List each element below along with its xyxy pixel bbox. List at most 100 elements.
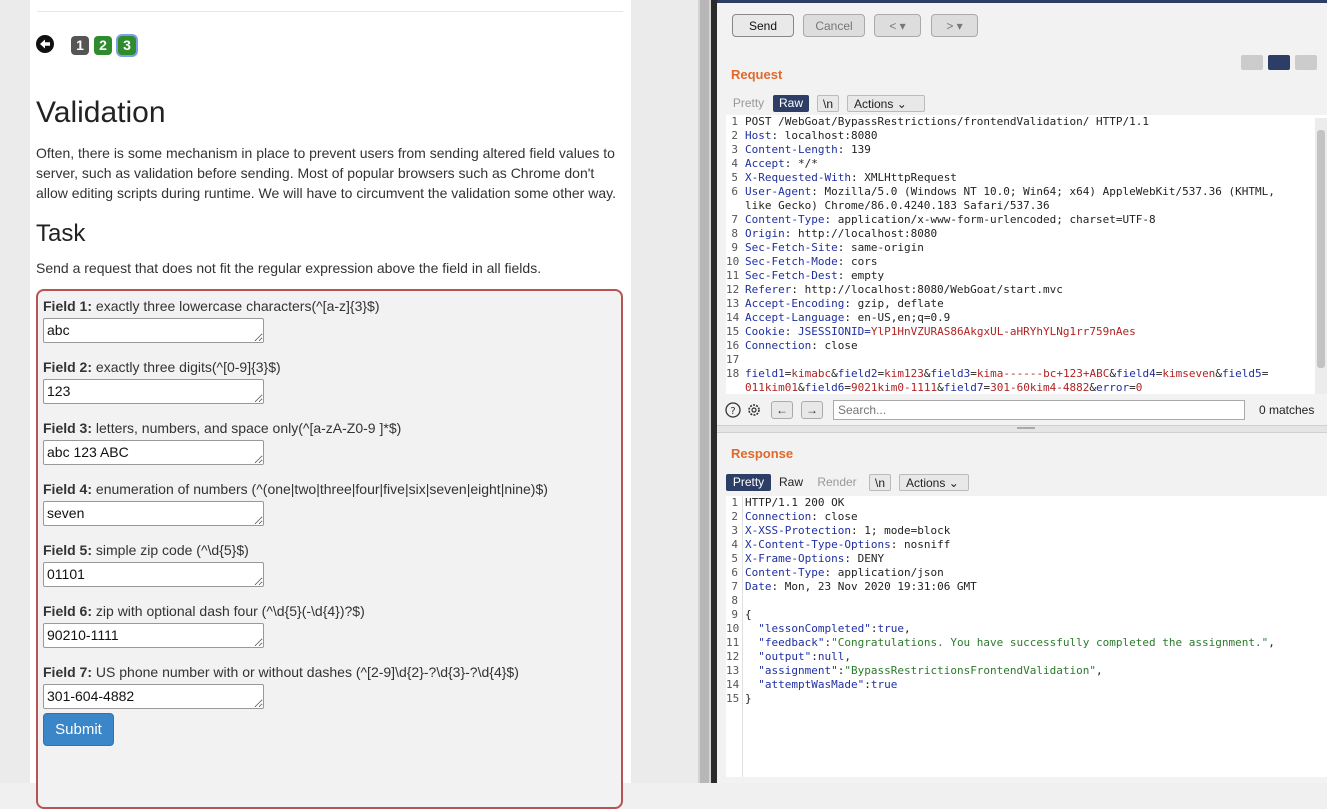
param-name: error — [1096, 381, 1130, 394]
request-line: 16 Connection: close — [726, 339, 858, 353]
layout-columns-icon[interactable] — [1241, 55, 1263, 70]
field-7-label: Field 7: US phone number with or without… — [43, 664, 519, 680]
search-prev-button[interactable]: ← — [771, 401, 793, 419]
chevron-down-icon: ⌄ — [948, 476, 959, 490]
request-line: 11 Sec-Fetch-Dest: empty — [726, 269, 884, 283]
header-separator: : — [771, 580, 785, 593]
param-name: field5 — [1221, 367, 1262, 380]
param-value: kim123 — [884, 367, 924, 380]
line-number: 2 — [731, 129, 738, 142]
json-value: true — [870, 678, 898, 691]
page-scrollbar-thumb[interactable] — [700, 0, 709, 783]
response-line: 4 X-Content-Type-Options: nosniff — [726, 538, 950, 552]
chevron-down-icon: ⌄ — [896, 97, 907, 111]
field-7-input[interactable]: 301-604-4882 — [43, 684, 264, 709]
send-button[interactable]: Send — [732, 14, 794, 37]
layout-tabs-icon[interactable] — [1295, 55, 1317, 70]
header-name: Accept-Encoding — [745, 297, 845, 310]
header-name: Connection — [745, 510, 812, 523]
submit-button[interactable]: Submit — [43, 713, 114, 746]
tab-pretty[interactable]: Pretty — [726, 474, 771, 491]
actions-menu[interactable]: Actions ⌄ — [847, 95, 925, 112]
field-7-group: Field 7: US phone number with or without… — [43, 663, 519, 714]
header-separator: : — [771, 129, 785, 142]
request-line-text: POST /WebGoat/BypassRestrictions/fronten… — [745, 115, 1149, 128]
header-value: Mon, 23 Nov 2020 19:31:06 GMT — [784, 580, 977, 593]
page-link-2[interactable]: 2 — [94, 36, 112, 55]
layout-switcher — [1241, 55, 1317, 70]
json-line: 12 "output":null, — [726, 650, 851, 664]
request-scrollbar-thumb[interactable] — [1317, 130, 1325, 368]
request-line: 5 X-Requested-With: XMLHttpRequest — [726, 171, 957, 185]
request-line: 3 Content-Length: 139 — [726, 143, 870, 157]
response-line-text: { — [745, 608, 752, 621]
param-value: kimseven — [1162, 367, 1216, 380]
page-link-3[interactable]: 3 — [118, 36, 136, 55]
search-next-button[interactable]: → — [801, 401, 823, 419]
request-editor[interactable]: 1 POST /WebGoat/BypassRestrictions/fronte… — [726, 115, 1327, 394]
webgoat-pane: 1 2 3 Validation Often, there is some me… — [0, 0, 711, 809]
field-1-input[interactable]: abc — [43, 318, 264, 343]
tab-newline[interactable]: \n — [869, 474, 891, 491]
header-value: same-origin — [850, 241, 924, 254]
param-value: 0 — [1135, 381, 1143, 394]
param-name: field1 — [745, 367, 785, 380]
history-forward-button[interactable]: > ▾ — [931, 14, 978, 37]
search-input[interactable] — [833, 400, 1245, 420]
gear-icon[interactable] — [746, 402, 762, 418]
param-separator: & — [937, 381, 944, 394]
task-text: Send a request that does not fit the reg… — [36, 260, 542, 276]
tab-raw[interactable]: Raw — [773, 95, 809, 112]
header-name: Origin — [745, 227, 785, 240]
top-accent-bar — [717, 0, 1327, 3]
header-separator: : — [850, 524, 865, 537]
header-separator: : — [824, 566, 838, 579]
splitter-grip[interactable] — [1017, 427, 1035, 429]
cancel-button[interactable]: Cancel — [803, 14, 865, 37]
field-6-input[interactable]: 90210-1111 — [43, 623, 264, 648]
param-name: field6 — [804, 381, 845, 394]
request-line: 9 Sec-Fetch-Site: same-origin — [726, 241, 924, 255]
page-link-1[interactable]: 1 — [71, 36, 89, 55]
tab-raw[interactable]: Raw — [773, 474, 809, 491]
param-name: field2 — [837, 367, 878, 380]
header-separator: : — [784, 227, 798, 240]
request-line: 2 Host: localhost:8080 — [726, 129, 877, 143]
actions-label: Actions — [906, 476, 946, 490]
field-5-input[interactable]: 01101 — [43, 562, 264, 587]
param-name: field3 — [930, 367, 971, 380]
help-icon[interactable]: ? — [725, 402, 741, 418]
response-editor[interactable]: 1 HTTP/1.1 200 OK 2 Connection: close 3 X-XSS… — [726, 496, 1327, 777]
param-equals: = — [844, 381, 851, 394]
field-2-group: Field 2: exactly three digits(^[0-9]{3}$… — [43, 358, 281, 409]
arrow-left-circle-icon[interactable] — [36, 35, 54, 53]
header-name: Host — [745, 129, 772, 142]
json-line: 13 "assignment":"BypassRestrictionsFront… — [726, 664, 1103, 678]
line-number: 5 — [731, 171, 738, 184]
line-number: 17 — [726, 353, 740, 366]
actions-menu[interactable]: Actions ⌄ — [899, 474, 969, 491]
line-number: 1 — [731, 115, 738, 128]
line-number: 3 — [731, 143, 738, 156]
json-line: 14 "attemptWasMade":true — [726, 678, 897, 692]
field-5-group: Field 5: simple zip code (^\d{5}$) 01101 — [43, 541, 264, 592]
layout-rows-icon[interactable] — [1268, 55, 1290, 70]
tab-pretty[interactable]: Pretty — [726, 95, 771, 112]
json-value: "BypassRestrictionsFrontendValidation" — [844, 664, 1097, 677]
response-line: 5 X-Frame-Options: DENY — [726, 552, 884, 566]
header-name: Content-Length — [745, 143, 838, 156]
line-number: 18 — [726, 367, 740, 380]
request-line: 14 Accept-Language: en-US,en;q=0.9 — [726, 311, 950, 325]
field-2-input[interactable]: 123 — [43, 379, 264, 404]
field-3-label: Field 3: letters, numbers, and space onl… — [43, 420, 402, 436]
line-number: 6 — [731, 185, 738, 198]
line-number: 8 — [731, 227, 738, 240]
tab-render[interactable]: Render — [812, 474, 862, 491]
tab-newline[interactable]: \n — [817, 95, 839, 112]
history-back-button[interactable]: < ▾ — [874, 14, 921, 37]
field-3-input[interactable]: abc 123 ABC — [43, 440, 264, 465]
request-line: 4 Accept: */* — [726, 157, 818, 171]
response-line-text: HTTP/1.1 200 OK — [745, 496, 845, 509]
field-4-input[interactable]: seven — [43, 501, 264, 526]
